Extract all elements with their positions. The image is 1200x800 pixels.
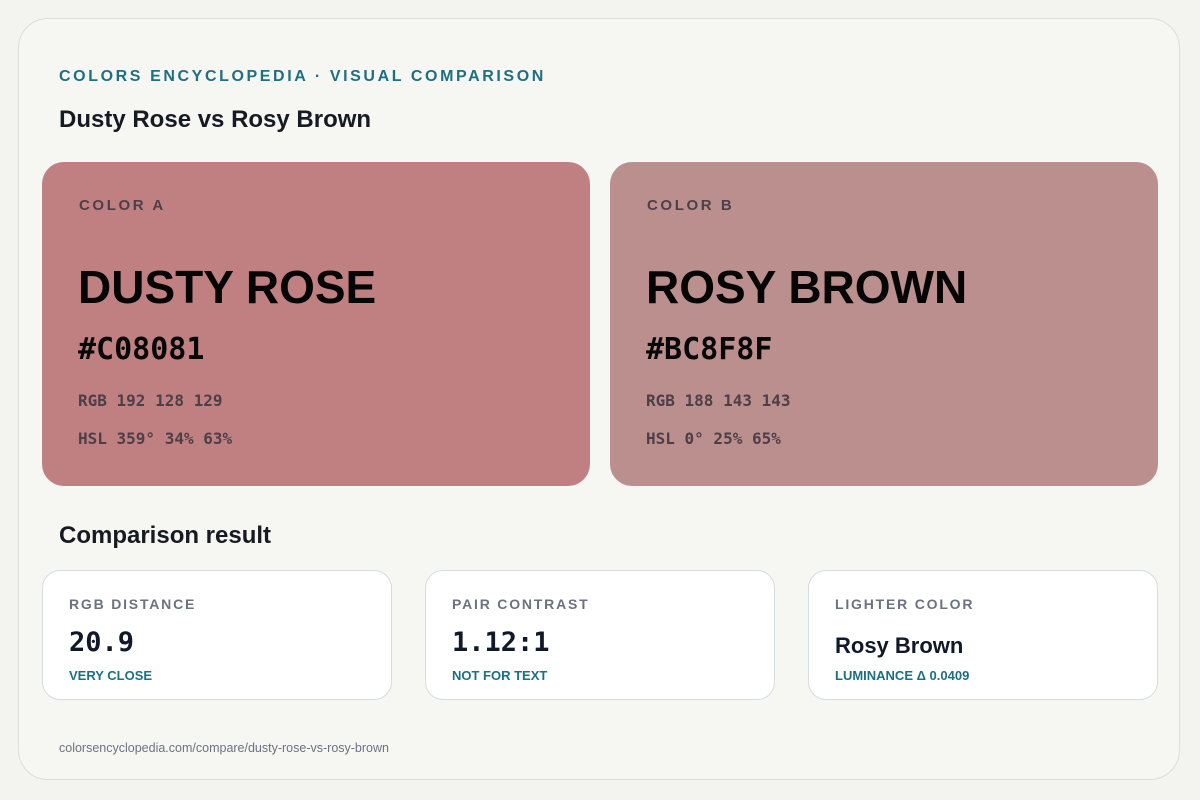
pair-contrast-label: PAIR CONTRAST (452, 596, 590, 612)
color-a-label: COLOR A (79, 197, 166, 214)
rgb-distance-card: RGB DISTANCE 20.9 VERY CLOSE (42, 570, 392, 700)
lighter-color-label: LIGHTER COLOR (835, 596, 975, 612)
color-b-swatch: COLOR B Rosy Brown #BC8F8F RGB 188 143 1… (610, 162, 1158, 486)
color-a-name: Dusty Rose (78, 261, 377, 313)
page-url[interactable]: colorsencyclopedia.com/compare/dusty-ros… (59, 741, 389, 755)
color-a-hex: #C08081 (78, 332, 205, 367)
pair-contrast-card: PAIR CONTRAST 1.12:1 NOT FOR TEXT (425, 570, 775, 700)
color-a-hsl: HSL 359° 34% 63% (78, 429, 233, 448)
rgb-distance-note: VERY CLOSE (69, 668, 153, 683)
color-b-label: COLOR B (647, 197, 735, 214)
lighter-color-card: LIGHTER COLOR Rosy Brown LUMINANCE Δ 0.0… (808, 570, 1158, 700)
comparison-page: COLORS ENCYCLOPEDIA · VISUAL COMPARISON … (18, 18, 1180, 780)
pair-contrast-note: NOT FOR TEXT (452, 668, 548, 683)
site-eyebrow: COLORS ENCYCLOPEDIA · VISUAL COMPARISON (59, 68, 546, 85)
color-b-name: Rosy Brown (646, 261, 968, 313)
luminance-delta-note: LUMINANCE Δ 0.0409 (835, 668, 970, 683)
color-a-rgb: RGB 192 128 129 (78, 391, 223, 410)
rgb-distance-value: 20.9 (69, 627, 135, 658)
color-b-hex: #BC8F8F (646, 332, 773, 367)
color-b-rgb: RGB 188 143 143 (646, 391, 791, 410)
lighter-color-value: Rosy Brown (835, 633, 964, 658)
color-a-swatch: COLOR A Dusty Rose #C08081 RGB 192 128 1… (42, 162, 590, 486)
comparison-title: Comparison result (59, 522, 272, 549)
page-title: Dusty Rose vs Rosy Brown (59, 106, 372, 133)
pair-contrast-value: 1.12:1 (452, 627, 550, 658)
rgb-distance-label: RGB DISTANCE (69, 596, 197, 612)
color-b-hsl: HSL 0° 25% 65% (646, 429, 781, 448)
